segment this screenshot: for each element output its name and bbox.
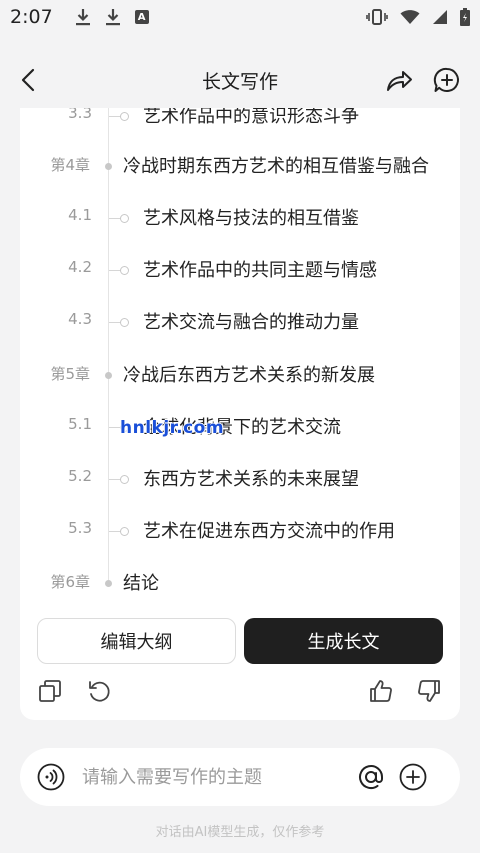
section-title: 艺术作品中的共同主题与情感 [143, 260, 377, 281]
plus-circle-icon [399, 763, 427, 791]
voice-icon [37, 763, 65, 791]
regenerate-button[interactable] [86, 678, 112, 704]
copy-icon [39, 680, 61, 702]
section-number: 4.3 [68, 310, 92, 328]
section-marker [120, 266, 129, 275]
share-button[interactable] [384, 65, 414, 95]
chapter-title: 冷战时期东西方艺术的相互借鉴与融合 [123, 156, 429, 177]
refresh-icon [89, 681, 110, 702]
outline-section: 4.2 艺术作品中的共同主题与情感 [20, 250, 460, 290]
outline-section: 5.1 全球化背景下的艺术交流 [20, 407, 460, 447]
mention-button[interactable] [356, 762, 386, 792]
dislike-button[interactable] [416, 678, 442, 704]
section-number: 5.2 [68, 467, 92, 485]
app-a-icon: A [134, 10, 149, 24]
chapter-marker [105, 372, 112, 379]
watermark: hnlkjr.com [120, 418, 225, 438]
section-marker [120, 318, 129, 327]
chat-input-bar [20, 748, 460, 806]
status-bar: 2:07 A [0, 0, 480, 34]
chapter-marker [105, 580, 112, 587]
outline-chapter: 第5章 冷战后东西方艺术关系的新发展 [20, 355, 460, 395]
section-marker [120, 112, 129, 121]
header: 长文写作 [0, 50, 480, 110]
download-icon [75, 8, 91, 26]
generate-long-text-button[interactable]: 生成长文 [244, 618, 443, 664]
outline-section: 4.3 艺术交流与融合的推动力量 [20, 302, 460, 342]
status-time: 2:07 [10, 6, 53, 28]
thumbs-up-icon [370, 680, 392, 702]
system-icons [366, 8, 470, 26]
outline-card: 3.3 艺术作品中的意识形态斗争 第4章 冷战时期东西方艺术的相互借鉴与融合 4… [20, 108, 460, 720]
section-title: 艺术风格与技法的相互借鉴 [143, 208, 359, 229]
section-title: 艺术作品中的意识形态斗争 [143, 108, 359, 127]
outline-section: 5.3 艺术在促进东西方交流中的作用 [20, 511, 460, 551]
outline-list[interactable]: 3.3 艺术作品中的意识形态斗争 第4章 冷战时期东西方艺术的相互借鉴与融合 4… [20, 108, 460, 598]
outline-section: 4.1 艺术风格与技法的相互借鉴 [20, 198, 460, 238]
chevron-left-icon [21, 68, 35, 92]
battery-icon [460, 8, 470, 26]
download-icon [105, 8, 121, 26]
vibrate-icon [366, 8, 388, 26]
section-marker [120, 527, 129, 536]
section-number: 3.3 [68, 108, 92, 122]
edit-outline-button[interactable]: 编辑大纲 [37, 618, 236, 664]
notification-icons: A [75, 8, 149, 26]
chapter-number: 第6章 [50, 573, 90, 591]
chapter-number: 第4章 [50, 156, 90, 174]
copy-button[interactable] [37, 678, 63, 704]
section-title: 艺术交流与融合的推动力量 [143, 312, 359, 333]
ai-disclaimer: 对话由AI模型生成，仅作参考 [155, 825, 325, 840]
chapter-title: 冷战后东西方艺术关系的新发展 [123, 365, 375, 386]
outline-row-partial: 3.3 艺术作品中的意识形态斗争 [20, 108, 460, 136]
section-number: 5.1 [68, 415, 92, 433]
topic-input[interactable] [82, 764, 342, 790]
section-title: 艺术在促进东西方交流中的作用 [143, 521, 395, 542]
section-number: 4.1 [68, 206, 92, 224]
outline-chapter: 第4章 冷战时期东西方艺术的相互借鉴与融合 [20, 146, 460, 186]
page-title: 长文写作 [201, 70, 278, 93]
section-number: 4.2 [68, 258, 92, 276]
chapter-number: 第5章 [50, 365, 90, 383]
section-marker [120, 475, 129, 484]
back-button[interactable] [14, 65, 44, 95]
thumbs-down-icon [418, 680, 440, 702]
chapter-title: 结论 [123, 573, 159, 594]
new-chat-button[interactable] [432, 65, 462, 95]
share-arrow-icon [387, 71, 412, 91]
outline-chapter: 第6章 结论 [20, 563, 460, 598]
like-button[interactable] [368, 678, 394, 704]
section-number: 5.3 [68, 519, 92, 537]
wifi-icon [400, 9, 420, 25]
signal-icon [432, 9, 448, 25]
outline-section: 5.2 东西方艺术关系的未来展望 [20, 459, 460, 499]
section-title: 东西方艺术关系的未来展望 [143, 469, 359, 490]
voice-button[interactable] [36, 762, 66, 792]
at-icon [359, 765, 383, 789]
add-button[interactable] [398, 762, 428, 792]
section-marker [120, 214, 129, 223]
chapter-marker [105, 163, 112, 170]
chat-plus-icon [433, 67, 459, 92]
